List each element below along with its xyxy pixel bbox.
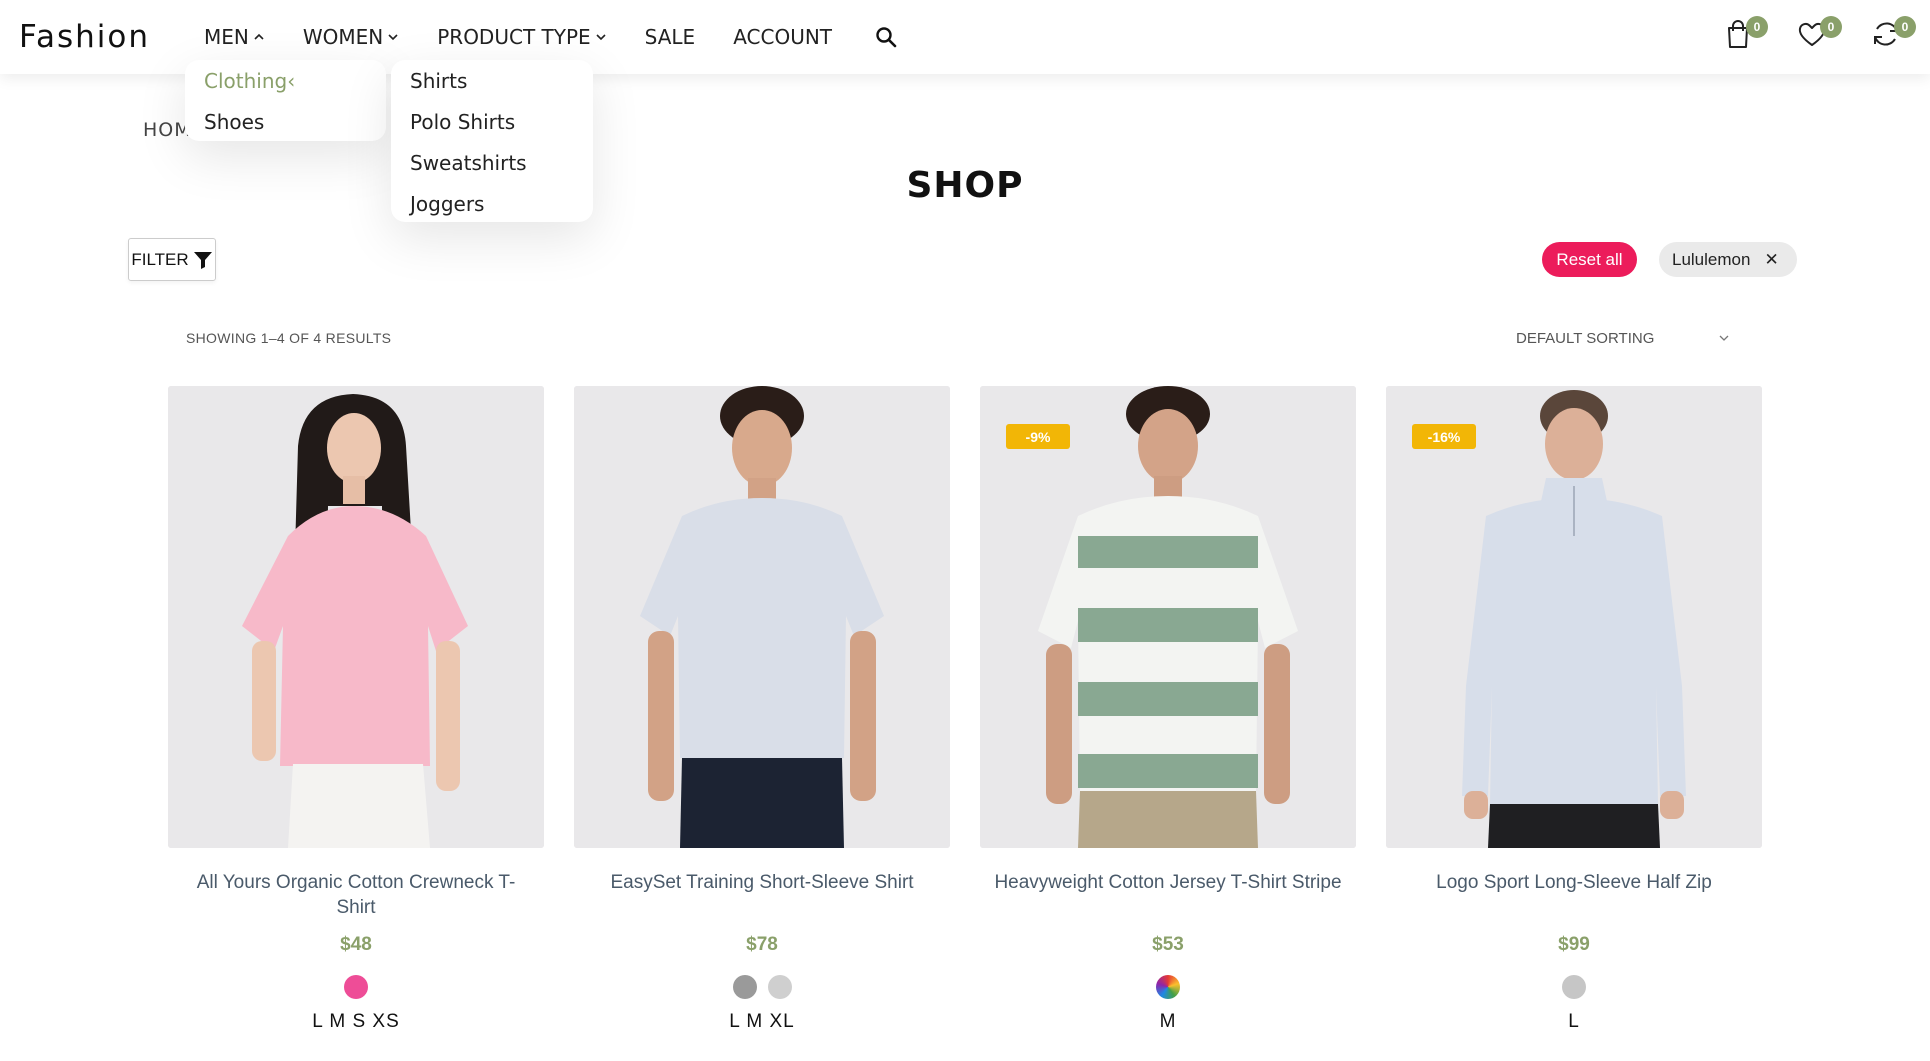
active-filter-chip[interactable]: Lululemon ✕ bbox=[1659, 242, 1797, 277]
color-swatches bbox=[168, 975, 544, 999]
funnel-icon bbox=[193, 251, 212, 269]
product-photo-man-light-blue-tshirt bbox=[574, 386, 950, 848]
clothing-submenu: Shirts Polo Shirts Sweatshirts Joggers bbox=[391, 60, 593, 222]
product-image[interactable]: -9% bbox=[980, 386, 1356, 848]
color-swatch-light-gray[interactable] bbox=[1562, 975, 1586, 999]
nav-item-label: PRODUCT TYPE bbox=[437, 25, 591, 49]
available-sizes: L bbox=[1568, 1011, 1580, 1032]
wishlist-button[interactable]: 0 bbox=[1796, 16, 1842, 54]
filter-label: FILTER bbox=[131, 249, 189, 269]
product-grid: All Yours Organic Cotton Crewneck T-Shir… bbox=[168, 386, 1762, 1033]
product-price: $48 bbox=[340, 934, 372, 955]
color-swatch-pink[interactable] bbox=[344, 975, 368, 999]
color-swatch-multicolor[interactable] bbox=[1156, 975, 1180, 999]
product-image[interactable] bbox=[574, 386, 950, 848]
submenu-item-shirts[interactable]: Shirts bbox=[410, 68, 593, 109]
search-icon[interactable] bbox=[874, 25, 898, 49]
product-photo-man-half-zip bbox=[1386, 386, 1762, 848]
submenu-item-sweatshirts[interactable]: Sweatshirts bbox=[410, 150, 593, 191]
product-card[interactable]: -16% Logo Sport Long-Sleeve Half Zip $99… bbox=[1386, 386, 1762, 1033]
product-title[interactable]: EasySet Training Short-Sleeve Shirt bbox=[574, 870, 950, 922]
chevron-up-icon bbox=[253, 31, 265, 43]
site-logo[interactable]: Fashion bbox=[19, 19, 150, 55]
product-price: $78 bbox=[746, 934, 778, 955]
menu-item-label: Clothing bbox=[204, 69, 288, 93]
wishlist-count-badge: 0 bbox=[1820, 16, 1842, 38]
product-title[interactable]: All Yours Organic Cotton Crewneck T-Shir… bbox=[168, 870, 544, 922]
chevron-down-icon bbox=[595, 31, 607, 43]
product-card[interactable]: All Yours Organic Cotton Crewneck T-Shir… bbox=[168, 386, 544, 1033]
available-sizes: M bbox=[1159, 1011, 1177, 1032]
product-title[interactable]: Logo Sport Long-Sleeve Half Zip bbox=[1386, 870, 1762, 922]
chevron-left-icon: ‹ bbox=[287, 69, 296, 93]
product-card[interactable]: -9% Heavyweight Cotton Jersey T-Shirt St… bbox=[980, 386, 1356, 1033]
discount-badge: -16% bbox=[1412, 424, 1476, 449]
nav-item-sale[interactable]: SALE bbox=[645, 25, 696, 49]
nav-item-label: SALE bbox=[644, 25, 696, 49]
cart-button[interactable]: 0 bbox=[1722, 16, 1768, 54]
available-sizes: L M XL bbox=[729, 1011, 795, 1032]
color-swatches bbox=[574, 975, 950, 999]
sorting-label: DEFAULT SORTING bbox=[1516, 330, 1655, 347]
nav-item-women[interactable]: WOMEN bbox=[303, 25, 399, 49]
product-price: $53 bbox=[1152, 934, 1184, 955]
close-icon[interactable]: ✕ bbox=[1764, 250, 1778, 270]
product-photo-woman-pink-tshirt bbox=[168, 386, 544, 848]
nav-item-label: WOMEN bbox=[302, 25, 384, 49]
compare-button[interactable]: 0 bbox=[1870, 16, 1916, 54]
discount-badge: -9% bbox=[1006, 424, 1070, 449]
color-swatch-light-gray[interactable] bbox=[767, 975, 792, 999]
page-title: SHOP bbox=[906, 165, 1024, 206]
nav-item-label: ACCOUNT bbox=[733, 25, 833, 49]
nav-item-men[interactable]: MEN bbox=[204, 25, 265, 49]
results-count: SHOWING 1–4 OF 4 RESULTS bbox=[186, 330, 392, 346]
product-image[interactable]: -16% bbox=[1386, 386, 1762, 848]
color-swatches bbox=[1386, 975, 1762, 999]
chevron-down-icon bbox=[387, 31, 399, 43]
submenu-item-joggers[interactable]: Joggers bbox=[410, 191, 593, 232]
nav-item-product-type[interactable]: PRODUCT TYPE bbox=[437, 25, 606, 49]
reset-all-button[interactable]: Reset all bbox=[1542, 242, 1637, 277]
cart-count-badge: 0 bbox=[1746, 16, 1768, 38]
header-actions: 0 0 0 bbox=[1722, 16, 1916, 54]
submenu-item-polo-shirts[interactable]: Polo Shirts bbox=[410, 109, 593, 150]
menu-item-clothing[interactable]: Clothing‹ bbox=[204, 68, 386, 109]
available-sizes: L M S XS bbox=[312, 1011, 400, 1032]
nav-item-label: MEN bbox=[204, 25, 249, 49]
menu-item-shoes[interactable]: Shoes bbox=[204, 109, 386, 150]
sorting-select[interactable]: DEFAULT SORTING bbox=[1516, 330, 1730, 347]
men-category-menu: Clothing‹ Shoes bbox=[185, 60, 386, 141]
product-card[interactable]: EasySet Training Short-Sleeve Shirt $78 … bbox=[574, 386, 950, 1033]
color-swatch-gray[interactable] bbox=[732, 975, 757, 999]
chevron-down-icon bbox=[1719, 335, 1729, 341]
filter-button[interactable]: FILTER bbox=[128, 238, 216, 281]
product-photo-man-striped-tshirt bbox=[980, 386, 1356, 848]
product-price: $99 bbox=[1558, 934, 1590, 955]
nav-item-account[interactable]: ACCOUNT bbox=[733, 25, 832, 49]
color-swatches bbox=[980, 975, 1356, 999]
compare-count-badge: 0 bbox=[1894, 16, 1916, 38]
product-image[interactable] bbox=[168, 386, 544, 848]
product-title[interactable]: Heavyweight Cotton Jersey T-Shirt Stripe bbox=[980, 870, 1356, 922]
active-filter-label: Lululemon bbox=[1672, 249, 1751, 269]
